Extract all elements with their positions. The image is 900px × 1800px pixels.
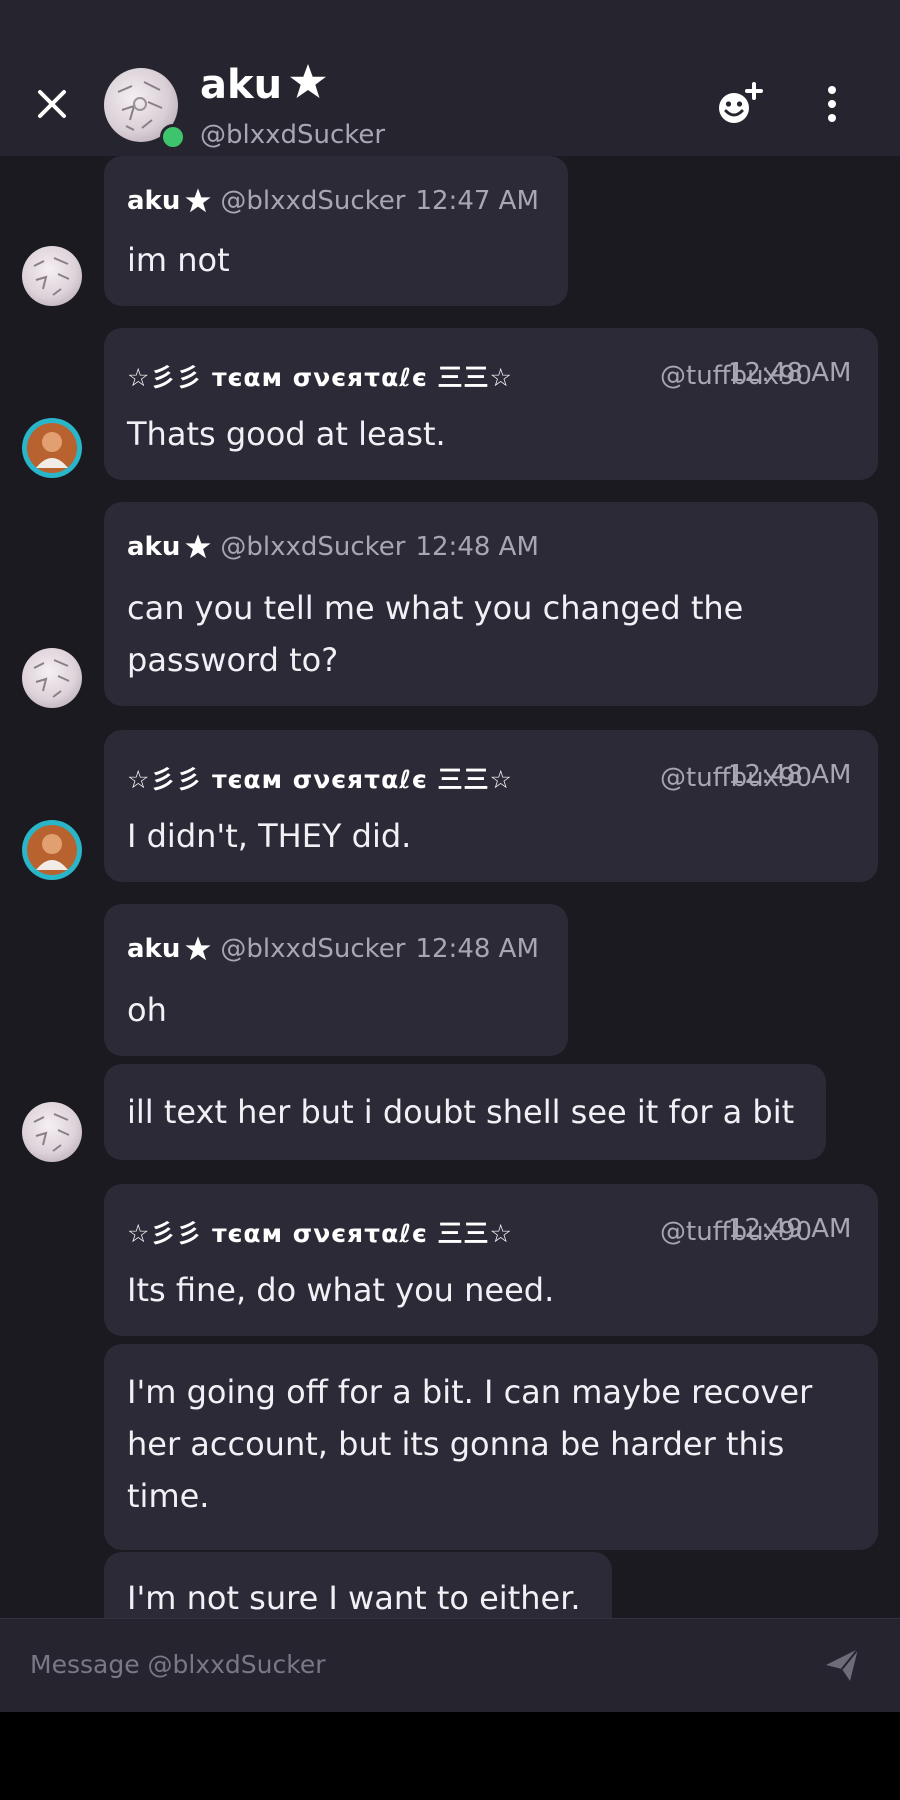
avatar-photo-icon [27,423,77,473]
message-timestamp: 12:49 AM [728,1214,852,1244]
message-text-line: password to? [127,641,339,679]
send-icon [826,1648,859,1681]
message-bubble[interactable]: aku @blxxdSucker 12:47 AM im not [104,156,568,306]
dm-header: aku @blxxdSucker [0,0,900,156]
more-vertical-icon [828,86,836,122]
message-time-wrap: 12:48 AM [728,760,851,800]
sender-handle: @blxxdSucker [220,186,406,216]
sender-name: ☆彡彡 тєαм σνєяταℓє 三三☆ [127,765,513,794]
message-timestamp: 12:48 AM [728,760,852,790]
message-list[interactable]: aku @blxxdSucker 12:47 AM im not ☆彡彡 тєαм … [0,156,900,1618]
sender-name: ☆彡彡 тєαм σνєяταℓє 三三☆ [127,1219,513,1248]
message-timestamp: 12:48 AM [415,532,539,562]
message-bubble[interactable]: ill text her but i doubt shell see it fo… [104,1064,826,1160]
online-status-indicator [160,124,186,150]
message-time-wrap: 12:48 AM [728,358,851,398]
sender-handle: @blxxdSucker [220,532,406,562]
avatar[interactable] [22,418,82,478]
message-meta: aku @blxxdSucker 12:48 AM [127,532,539,572]
sender-name: aku [127,532,181,562]
message-bubble[interactable]: ☆彡彡 тєαм σνєяταℓє 三三☆ @tuffbux90 12:48 A… [104,730,878,882]
sender-name: aku [127,186,181,216]
message-bubble[interactable]: I'm not sure I want to either. [104,1552,612,1618]
message-timestamp: 12:48 AM [728,358,852,388]
dm-screen: aku @blxxdSucker aku @blxxdSucker 12:47 … [0,0,900,1800]
star-icon [185,188,211,213]
contact-name: aku [200,62,328,108]
sender-handle: @blxxdSucker [220,934,406,964]
message-text: Thats good at least. [127,415,446,453]
message-bubble[interactable]: ☆彡彡 тєαм σνєяταℓє 三三☆ @tuffbux90 12:49 A… [104,1184,878,1336]
message-bubble[interactable]: aku @blxxdSucker 12:48 AM oh [104,904,568,1056]
message-text: I'm not sure I want to either. [127,1579,581,1617]
avatar[interactable] [22,1102,82,1162]
message-bubble[interactable]: I'm going off for a bit. I can maybe rec… [104,1344,878,1550]
close-button[interactable] [30,82,74,126]
message-text-line: her account, but its gonna be harder thi… [127,1425,785,1463]
avatar-sketch-icon [33,257,70,296]
star-icon [290,64,327,98]
message-meta: aku @blxxdSucker 12:48 AM [127,934,539,974]
avatar-sketch-icon [33,659,70,698]
message-meta: aku @blxxdSucker 12:47 AM [127,186,539,226]
message-text-line: time. [127,1477,210,1515]
message-text: I didn't, THEY did. [127,817,412,855]
add-friend-icon [719,82,763,123]
message-timestamp: 12:48 AM [415,934,539,964]
avatar[interactable] [22,246,82,306]
avatar[interactable] [22,820,82,880]
star-icon [185,936,211,961]
more-options-button[interactable] [814,84,850,124]
avatar-photo-icon [27,825,77,875]
avatar-sketch-icon [33,1113,70,1152]
message-text: ill text her but i doubt shell see it fo… [127,1093,795,1131]
message-text: Its fine, do what you need. [127,1271,555,1309]
message-input[interactable]: Message @blxxdSucker [30,1641,790,1689]
message-text: im not [127,241,230,279]
star-icon [185,534,211,559]
system-navigation-bar [0,1712,900,1800]
message-time-wrap: 12:49 AM [728,1214,851,1254]
message-bubble[interactable]: ☆彡彡 тєαм σνєяταℓє 三三☆ @tuffbux90 12:48 A… [104,328,878,480]
contact-name-text: aku [200,62,283,108]
sender-name: aku [127,934,181,964]
sender-name: ☆彡彡 тєαм σνєяταℓє 三三☆ [127,363,513,392]
send-button[interactable] [822,1645,862,1685]
message-composer: Message @blxxdSucker [0,1618,900,1713]
close-icon [38,90,66,118]
message-text-line: I'm going off for a bit. I can maybe rec… [127,1373,813,1411]
contact-handle: @blxxdSucker [200,120,386,150]
message-bubble[interactable]: aku @blxxdSucker 12:48 AM can you tell me … [104,502,878,706]
add-friend-button[interactable] [716,80,766,126]
message-text: oh [127,991,167,1029]
message-text-line: can you tell me what you changed the [127,589,744,627]
avatar[interactable] [22,648,82,708]
message-timestamp: 12:47 AM [415,186,539,216]
